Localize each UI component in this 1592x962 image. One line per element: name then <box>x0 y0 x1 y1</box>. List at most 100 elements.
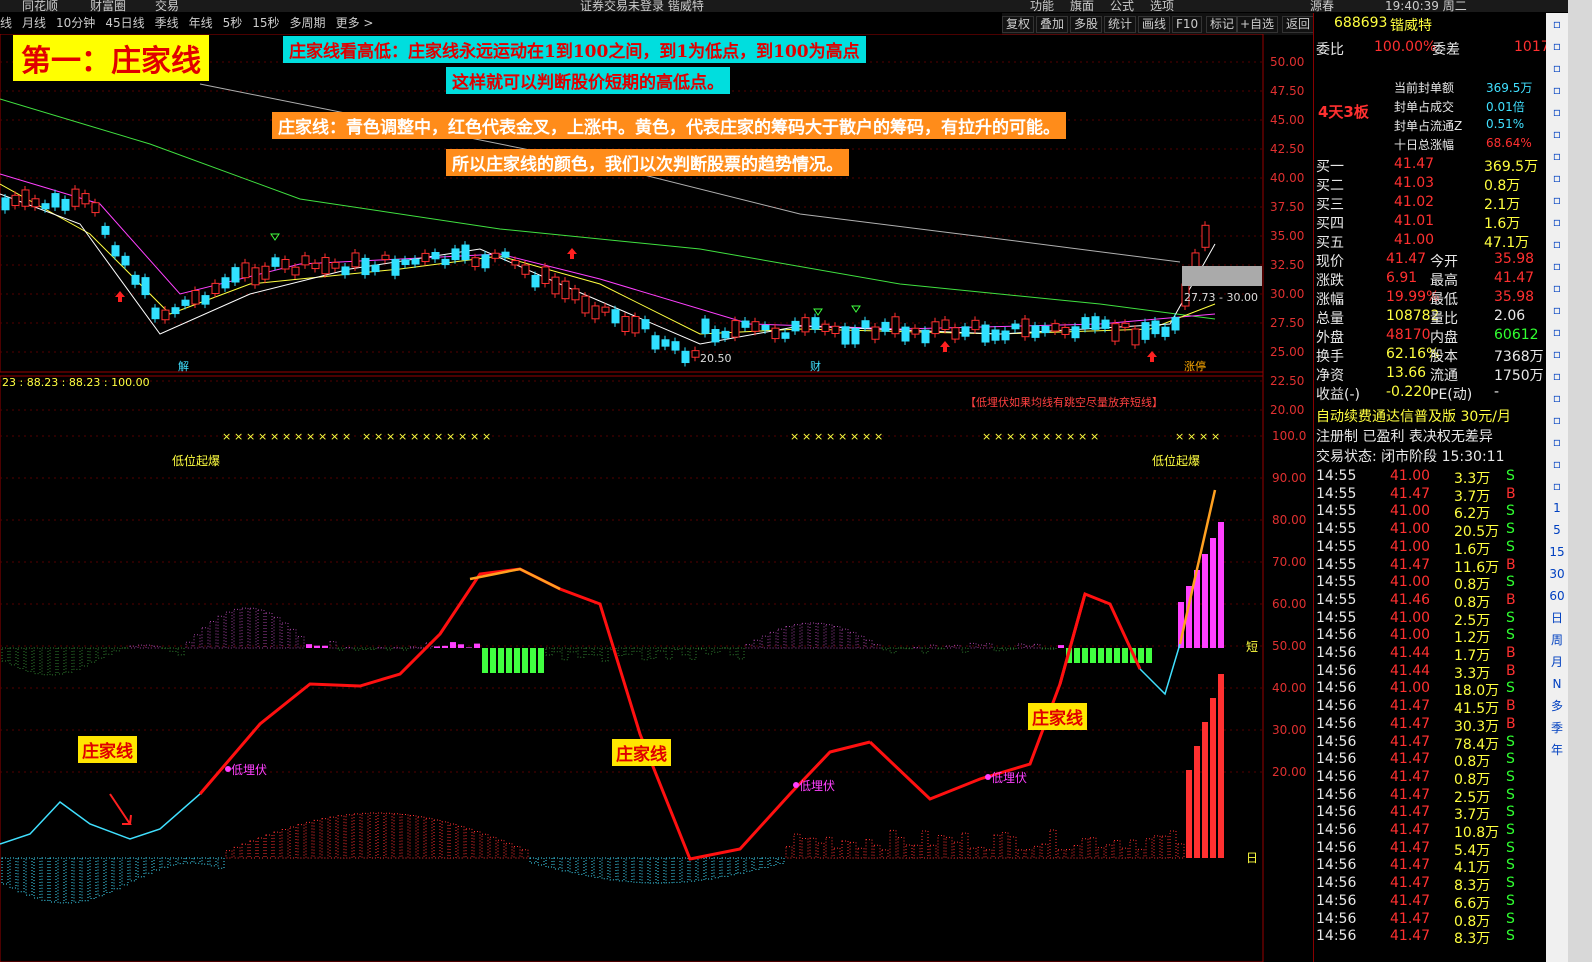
candle <box>1001 330 1010 341</box>
histogram-bar <box>49 647 57 676</box>
reg-row: 注册制 已盈利 表决权无差异 <box>1314 426 1546 445</box>
sidebar-period[interactable]: 日 <box>1546 607 1568 629</box>
toolbar-button[interactable]: +自选 <box>1236 16 1279 33</box>
quote-value: 1750万 <box>1494 368 1544 384</box>
period-tab[interactable]: 年线 <box>189 14 213 31</box>
histogram-bar <box>241 607 249 649</box>
toolbar-button[interactable]: 复权 <box>1002 16 1035 33</box>
toolbar-button[interactable]: 多股 <box>1070 16 1103 33</box>
tick-side: S <box>1506 839 1515 856</box>
tick-price: 41.47 <box>1390 556 1431 573</box>
toolbar-button[interactable]: 叠加 <box>1036 16 1069 33</box>
sidebar-icon[interactable]: ▫ <box>1546 453 1568 475</box>
x-marker: × <box>422 430 431 443</box>
sidebar-period[interactable]: 60 <box>1546 585 1568 607</box>
sidebar-icon[interactable]: ▫ <box>1546 13 1568 35</box>
tick-row: 14:56 41.47 0.8万 S <box>1314 769 1546 788</box>
volume-bar <box>921 830 929 859</box>
toolbar-button[interactable]: 标记 <box>1206 16 1239 33</box>
tick-side: B <box>1506 662 1516 679</box>
toolbar-button[interactable]: F10 <box>1172 16 1203 33</box>
sidebar-icon[interactable]: ▫ <box>1546 233 1568 255</box>
quote-value: 48170 <box>1386 327 1431 343</box>
sidebar-icon[interactable]: ▫ <box>1546 387 1568 409</box>
sidebar-icon[interactable]: ▫ <box>1546 343 1568 365</box>
volume-bar <box>281 828 289 859</box>
sidebar-icon[interactable]: ▫ <box>1546 255 1568 277</box>
period-tab[interactable]: 更多 > <box>336 14 374 31</box>
sidebar-icon[interactable]: ▫ <box>1546 211 1568 233</box>
sidebar-icon[interactable]: ▫ <box>1546 79 1568 101</box>
status-row: 交易状态: 闭市阶段 15:30:11 <box>1314 446 1546 465</box>
top-menu-item[interactable]: 财富圈 <box>90 0 126 12</box>
top-menu-item[interactable]: 交易 <box>155 0 179 12</box>
sidebar-icon[interactable]: ▫ <box>1546 277 1568 299</box>
sidebar-icon[interactable]: ▫ <box>1546 101 1568 123</box>
sidebar-icon[interactable]: ▫ <box>1546 299 1568 321</box>
top-menu-item[interactable]: 源春 <box>1310 0 1334 12</box>
sidebar-icon[interactable]: ▫ <box>1546 123 1568 145</box>
tick-row: 14:55 41.00 2.5万 S <box>1314 610 1546 629</box>
sidebar-icon[interactable]: ▫ <box>1546 409 1568 431</box>
top-menu-item[interactable]: 同花顺 <box>22 0 58 12</box>
sidebar-period[interactable]: 5 <box>1546 519 1568 541</box>
volume-bar <box>161 857 169 868</box>
candle <box>671 341 680 351</box>
top-menu-item[interactable]: 旗面 <box>1070 0 1094 12</box>
sidebar-icon[interactable]: ▫ <box>1546 321 1568 343</box>
tick-row: 14:55 41.00 20.5万 S <box>1314 521 1546 540</box>
tick-time: 14:56 <box>1316 662 1357 679</box>
volume-bar <box>681 857 689 883</box>
top-menu-item[interactable]: 功能 <box>1030 0 1054 12</box>
volume-bar <box>561 857 569 872</box>
sidebar-icon[interactable]: ▫ <box>1546 431 1568 453</box>
sidebar-icon[interactable]: ▫ <box>1546 365 1568 387</box>
period-tab[interactable]: 15秒 <box>252 14 279 31</box>
sidebar-period[interactable]: 周 <box>1546 629 1568 651</box>
candle <box>681 350 690 364</box>
period-tab[interactable]: 多周期 <box>290 14 326 31</box>
period-tab[interactable]: 10分钟 <box>56 14 95 31</box>
period-tab[interactable]: 45日线 <box>105 14 144 31</box>
sidebar-period[interactable]: 多 <box>1546 695 1568 717</box>
tick-price: 41.47 <box>1390 786 1431 803</box>
sidebar-period[interactable]: 1 <box>1546 497 1568 519</box>
sidebar-icon[interactable]: ▫ <box>1546 57 1568 79</box>
top-menu-item[interactable]: 选项 <box>1150 0 1174 12</box>
sidebar-period[interactable]: 30 <box>1546 563 1568 585</box>
sidebar-period[interactable]: 月 <box>1546 651 1568 673</box>
candle <box>461 244 470 261</box>
sidebar-icon[interactable]: ▫ <box>1546 145 1568 167</box>
volume-bar <box>225 850 233 859</box>
volume-bar <box>321 818 329 859</box>
histogram-bar <box>1202 554 1208 648</box>
volume-bar <box>81 857 89 902</box>
top-menu-item[interactable]: 证券交易未登录 锴威特 <box>580 0 704 12</box>
period-tab[interactable]: 季线 <box>155 14 179 31</box>
sidebar-icon[interactable]: ▫ <box>1546 189 1568 211</box>
sidebar-period[interactable]: N <box>1546 673 1568 695</box>
volume-bar <box>393 813 401 859</box>
tick-vol: 8.3万 <box>1454 931 1491 948</box>
toolbar-button[interactable]: 画线 <box>1138 16 1171 33</box>
period-tab[interactable]: 月线 <box>22 14 46 31</box>
period-tab[interactable]: 线 <box>0 14 12 31</box>
toolbar-button[interactable]: 统计 <box>1104 16 1137 33</box>
candle <box>981 324 990 343</box>
sidebar-period[interactable]: 季 <box>1546 717 1568 739</box>
top-menu-item[interactable]: 公式 <box>1110 0 1134 12</box>
tick-row: 14:56 41.47 41.5万 B <box>1314 698 1546 717</box>
sidebar-period[interactable]: 年 <box>1546 739 1568 761</box>
top-menu-item[interactable]: 19:40:39 周二 <box>1385 0 1467 12</box>
tick-row: 14:56 41.47 30.3万 B <box>1314 716 1546 735</box>
axis-tag-short: 短 <box>1246 640 1258 654</box>
sidebar-icon[interactable]: ▫ <box>1546 167 1568 189</box>
sidebar-icon[interactable]: ▫ <box>1546 475 1568 497</box>
sidebar-period[interactable]: 15 <box>1546 541 1568 563</box>
period-tab[interactable]: 5秒 <box>223 14 243 31</box>
volume-bar <box>897 837 905 859</box>
toolbar-button[interactable]: 返回 <box>1282 16 1315 33</box>
sidebar-icon[interactable]: ▫ <box>1546 35 1568 57</box>
tick-side: S <box>1506 538 1515 555</box>
volume-bar <box>721 857 729 877</box>
